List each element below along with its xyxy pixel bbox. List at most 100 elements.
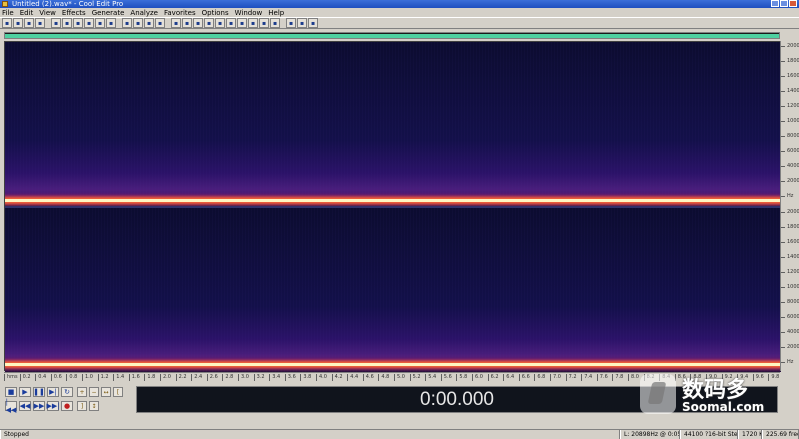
frequency-tick: 8000 xyxy=(781,133,799,139)
left-channel[interactable] xyxy=(5,42,781,206)
frequency-tick: 6000 xyxy=(781,314,799,320)
overview-range[interactable] xyxy=(5,34,779,38)
time-tick: 5.6 xyxy=(440,374,452,381)
paste-icon[interactable]: ▪ xyxy=(73,18,83,28)
zoom-in-left-button[interactable]: [ xyxy=(113,387,123,397)
open-icon[interactable]: ▪ xyxy=(13,18,23,28)
menu-favorites[interactable]: Favorites xyxy=(164,9,196,17)
time-tick: 9.4 xyxy=(737,374,748,381)
go-to-start-button[interactable]: |◀◀ xyxy=(5,398,17,414)
envelope-icon[interactable]: ▪ xyxy=(133,18,143,28)
frequency-tick: 18000 xyxy=(781,58,799,64)
time-tick: 2.0 xyxy=(160,374,171,381)
menu-generate[interactable]: Generate xyxy=(92,9,125,17)
time-tick: 9.8 xyxy=(768,374,779,381)
undo-icon[interactable]: ▪ xyxy=(95,18,105,28)
time-tick: 0.4 xyxy=(35,374,46,381)
delay-icon[interactable]: ▪ xyxy=(226,18,236,28)
time-tick: 7.8 xyxy=(612,374,623,381)
title-bar: Untitled (2).wav* - Cool Edit Pro xyxy=(0,0,799,8)
menu-effects[interactable]: Effects xyxy=(62,9,86,17)
minimize-button[interactable] xyxy=(771,0,779,7)
menu-help[interactable]: Help xyxy=(268,9,284,17)
menu-analyze[interactable]: Analyze xyxy=(130,9,158,17)
save-icon[interactable]: ▪ xyxy=(24,18,34,28)
pitch-icon[interactable]: ▪ xyxy=(248,18,258,28)
go-to-end-button[interactable]: ▶▶| xyxy=(46,401,60,411)
filter-icon[interactable]: ▪ xyxy=(204,18,214,28)
menu-view[interactable]: View xyxy=(39,9,56,17)
frequency-tick: 20000 xyxy=(781,43,799,49)
stop-button[interactable]: ■ xyxy=(5,387,17,397)
spectral-view-icon[interactable]: ▪ xyxy=(155,18,165,28)
time-tick: 2.2 xyxy=(175,374,187,381)
maximize-button[interactable] xyxy=(780,0,788,7)
save-as-icon[interactable]: ▪ xyxy=(35,18,45,28)
zoom-full-button[interactable]: ↔ xyxy=(101,387,111,397)
waveform-view-icon[interactable]: ▪ xyxy=(144,18,154,28)
time-tick: 7.0 xyxy=(550,374,561,381)
cue-icon[interactable]: ▪ xyxy=(286,18,296,28)
time-tick: 9.6 xyxy=(752,374,764,381)
select-icon[interactable]: ▪ xyxy=(122,18,132,28)
overview-bar[interactable] xyxy=(4,32,780,39)
time-tick: 6.4 xyxy=(503,374,514,381)
menu-bar: File Edit View Effects Generate Analyze … xyxy=(0,8,799,17)
time-tick: 1.0 xyxy=(82,374,93,381)
zoom-out-horizontal-button[interactable]: − xyxy=(89,387,99,397)
spectral-display[interactable] xyxy=(4,41,781,372)
frequency-tick: 20000 xyxy=(781,209,799,215)
stretch-icon[interactable]: ▪ xyxy=(259,18,269,28)
frequency-tick: 8000 xyxy=(781,299,799,305)
time-tick: 4.0 xyxy=(316,374,327,381)
marker-icon[interactable]: ▪ xyxy=(297,18,307,28)
frequency-tick: Hz xyxy=(781,193,799,199)
time-tick: 1.2 xyxy=(97,374,109,381)
menu-options[interactable]: Options xyxy=(202,9,229,17)
settings-icon[interactable]: ▪ xyxy=(270,18,280,28)
time-tick: 0.2 xyxy=(19,374,31,381)
zoom-in-right-button[interactable]: ] xyxy=(77,401,87,411)
copy-icon[interactable]: ▪ xyxy=(62,18,72,28)
frequency-tick: 14000 xyxy=(781,254,799,260)
time-tick: 8.8 xyxy=(690,374,701,381)
record-button[interactable]: ● xyxy=(61,401,73,411)
time-tick: 3.6 xyxy=(284,374,296,381)
play-button[interactable]: ▶ xyxy=(19,387,31,397)
time-display: 0:00.000 xyxy=(136,386,778,413)
time-tick: 4.2 xyxy=(331,374,343,381)
frequency-tick: Hz xyxy=(781,359,799,365)
reverb-icon[interactable]: ▪ xyxy=(237,18,247,28)
eq-icon[interactable]: ▪ xyxy=(215,18,225,28)
time-tick: 3.8 xyxy=(300,374,311,381)
normalize-icon[interactable]: ▪ xyxy=(171,18,181,28)
paste-mix-icon[interactable]: ▪ xyxy=(84,18,94,28)
app-icon xyxy=(2,1,8,7)
zoom-vertical-button[interactable]: ↕ xyxy=(89,401,99,411)
cut-icon[interactable]: ▪ xyxy=(51,18,61,28)
time-ruler[interactable]: hms 0.2 0.4 0.6 0.8 1.0 1.2 1.4 1.6 1.8 2.0 2.2 2.4 2… xyxy=(4,372,780,382)
zoom-in-horizontal-button[interactable]: + xyxy=(77,387,87,397)
menu-file[interactable]: File xyxy=(2,9,14,17)
time-tick: 1.4 xyxy=(113,374,124,381)
noise-reduction-icon[interactable]: ▪ xyxy=(193,18,203,28)
menu-edit[interactable]: Edit xyxy=(20,9,34,17)
time-tick: hms xyxy=(4,374,18,381)
loop-button[interactable]: ↻ xyxy=(61,387,73,397)
pause-button[interactable]: ❚❚ xyxy=(33,387,45,397)
playlist-icon[interactable]: ▪ xyxy=(308,18,318,28)
new-icon[interactable]: ▪ xyxy=(2,18,12,28)
toolbar: ▪ ▪ ▪ ▪ ▪ ▪ ▪ ▪ ▪ ▪ ▪ ▪ ▪ ▪ ▪ ▪ ▪ ▪ ▪ ▪ ▪ ▪ ▪ ▪ ▪ ▪ ▪ xyxy=(0,17,799,29)
rewind-button[interactable]: ◀◀ xyxy=(19,401,31,411)
fast-forward-button[interactable]: ▶▶ xyxy=(33,401,45,411)
amplify-icon[interactable]: ▪ xyxy=(182,18,192,28)
close-button[interactable] xyxy=(789,0,797,7)
time-tick: 8.2 xyxy=(643,374,655,381)
time-tick: 2.6 xyxy=(206,374,218,381)
right-channel[interactable] xyxy=(5,208,781,372)
play-to-end-button[interactable]: ▶| xyxy=(47,387,59,397)
tone-line-left xyxy=(5,199,781,202)
menu-window[interactable]: Window xyxy=(235,9,263,17)
time-tick: 0.8 xyxy=(66,374,77,381)
redo-icon[interactable]: ▪ xyxy=(106,18,116,28)
